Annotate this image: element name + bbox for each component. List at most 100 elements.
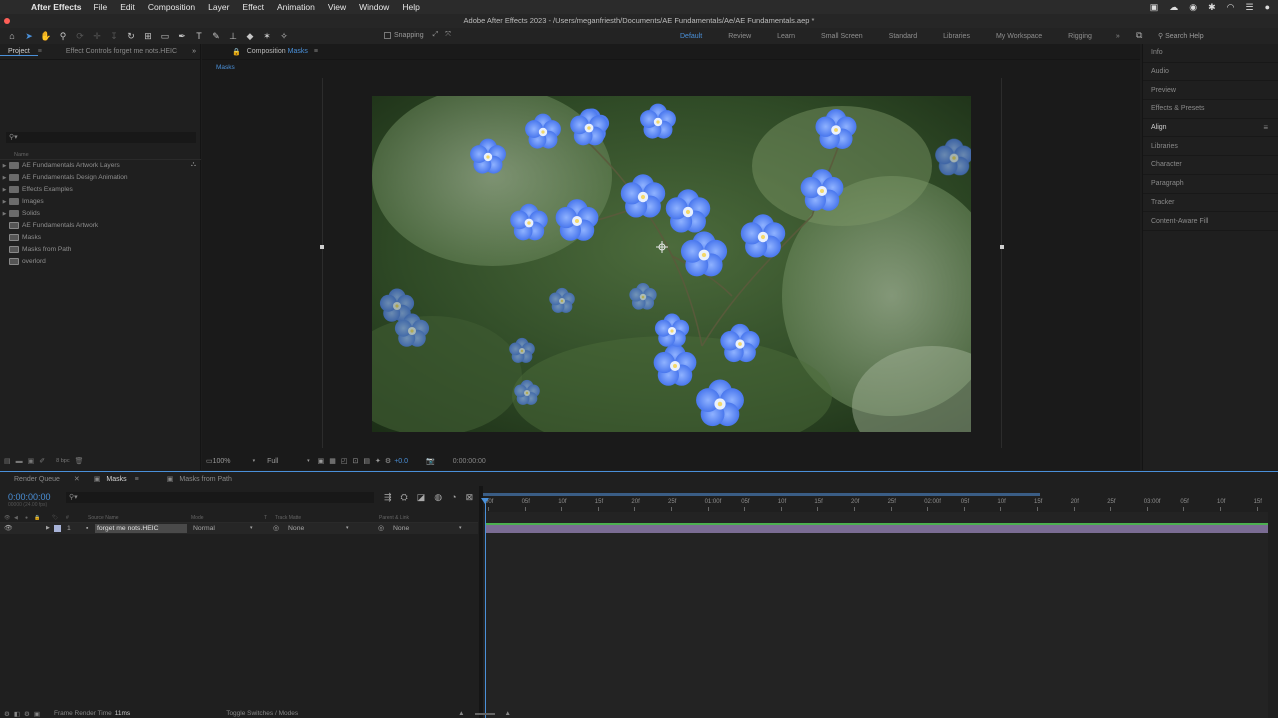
project-column-header[interactable]: Name <box>0 150 201 160</box>
panel-character[interactable]: Character <box>1143 156 1278 175</box>
clone-stamp-tool-icon[interactable]: ⊥ <box>227 31 239 42</box>
zoom-out-icon[interactable]: ▲ <box>458 710 464 717</box>
tab-effect-controls[interactable]: Effect Controls forget me nots.HEIC <box>58 48 185 55</box>
panel-audio[interactable]: Audio <box>1143 63 1278 82</box>
layer-switches-icon[interactable]: ◧ <box>14 710 20 718</box>
zoom-slider[interactable] <box>474 712 495 715</box>
search-help-field[interactable]: ⚲ Search Help <box>1158 31 1276 42</box>
creative-cloud-icon[interactable]: ☁ <box>1169 2 1178 13</box>
exposure-value[interactable]: +0.0 <box>394 458 408 465</box>
menu-window[interactable]: Window <box>359 2 389 12</box>
motion-blur-icon[interactable]: ◔ <box>451 492 456 503</box>
menu-view[interactable]: View <box>328 2 346 12</box>
project-item[interactable]: AE Fundamentals Artwork <box>0 219 201 231</box>
frame-blending-icon[interactable]: ◍ <box>434 492 442 503</box>
render-time-icon[interactable]: ⚙ <box>4 710 10 718</box>
graph-editor-icon[interactable]: ⊠ <box>466 492 474 503</box>
zoom-dropdown[interactable]: 100% <box>213 458 253 465</box>
snap-options-icon[interactable]: ⤢ <box>433 31 439 39</box>
lock-icon[interactable]: 🔒 <box>232 48 241 56</box>
home-icon[interactable]: ⌂ <box>6 31 18 42</box>
rectangle-tool-icon[interactable]: ▭ <box>159 31 171 42</box>
project-item[interactable]: Masks from Path <box>0 243 201 255</box>
mode-header[interactable]: Mode <box>191 515 204 521</box>
composition-sub-tab[interactable]: Masks <box>216 64 235 71</box>
mode-dropdown[interactable]: Normal <box>193 524 257 533</box>
transfer-controls-icon[interactable]: ⚙ <box>24 710 30 718</box>
left-handle[interactable] <box>320 245 324 249</box>
pan-tool-icon[interactable]: ✛ <box>91 31 103 42</box>
orbit-tool-icon[interactable]: ⟳ <box>74 31 86 42</box>
zoom-in-icon[interactable]: ▲ <box>505 710 511 717</box>
visibility-header-icon[interactable]: 👁 <box>4 515 10 521</box>
menu-file[interactable]: File <box>94 2 108 12</box>
workspace-small-screen[interactable]: Small Screen <box>821 33 863 40</box>
bluetooth-icon[interactable]: ✱ <box>1208 2 1216 13</box>
menu-icon[interactable]: ≡ <box>314 48 318 55</box>
tab-render-queue[interactable]: Render Queue <box>0 476 74 483</box>
panel-tracker[interactable]: Tracker <box>1143 194 1278 213</box>
type-tool-icon[interactable]: T <box>193 31 205 42</box>
project-search-input[interactable]: ⚲▾ <box>6 132 196 143</box>
menu-composition[interactable]: Composition <box>148 2 195 12</box>
bpc-button[interactable]: 8 bpc <box>56 458 69 464</box>
snapping-checkbox[interactable] <box>384 31 391 39</box>
tab-masks-from-path[interactable]: ▣ Masks from Path <box>153 475 246 483</box>
composition-tab-name[interactable]: Masks <box>288 48 308 55</box>
tab-project[interactable]: Project <box>0 48 38 56</box>
siri-icon[interactable]: ● <box>1265 2 1270 12</box>
workspace-my-workspace[interactable]: My Workspace <box>996 33 1042 40</box>
project-item[interactable]: ▶ Effects Examples <box>0 184 201 196</box>
close-window-button[interactable] <box>4 18 10 24</box>
rotation-tool-icon[interactable]: ↻ <box>125 31 137 42</box>
snap-extra-icon[interactable]: ⤧ <box>445 31 451 39</box>
record-icon[interactable]: ◉ <box>1189 2 1197 13</box>
hand-tool-icon[interactable]: ✋ <box>40 31 52 42</box>
expand-icon[interactable]: ▶ <box>0 175 9 181</box>
project-item[interactable]: ▶ Solids <box>0 208 201 220</box>
brush-tool-icon[interactable]: ✎ <box>210 31 222 42</box>
workspace-default[interactable]: Default <box>680 33 702 40</box>
eraser-tool-icon[interactable]: ◆ <box>244 31 256 42</box>
label-header-icon[interactable]: 🏷 <box>52 515 58 521</box>
matte-pickwhip-icon[interactable]: ◎ <box>273 524 279 533</box>
composition-tab-prefix[interactable]: Composition <box>247 48 286 55</box>
zoom-tool-icon[interactable]: ⚲ <box>57 31 69 42</box>
parent-pickwhip-icon[interactable]: ◎ <box>378 524 384 533</box>
parent-dropdown[interactable]: None <box>393 524 455 533</box>
workspace-libraries[interactable]: Libraries <box>943 33 970 40</box>
panel-effects-presets[interactable]: Effects & Presets <box>1143 100 1278 119</box>
solo-header-icon[interactable]: ● <box>25 515 28 521</box>
project-item[interactable]: ▶ AE Fundamentals Artwork Layers <box>0 160 201 172</box>
layer-name[interactable]: forget me nots.HEIC <box>95 524 187 533</box>
roto-brush-tool-icon[interactable]: ✶ <box>261 31 273 42</box>
mask-visibility-icon[interactable]: ◰ <box>341 457 348 465</box>
resolution-dropdown[interactable]: Full <box>267 458 307 465</box>
workspace-review[interactable]: Review <box>728 33 751 40</box>
draft-3d-icon[interactable]: ⛭ <box>401 492 408 503</box>
menu-help[interactable]: Help <box>402 2 419 12</box>
lock-header-icon[interactable]: 🔒 <box>34 515 40 521</box>
trash-icon[interactable]: 🗑 <box>75 457 84 465</box>
dolly-tool-icon[interactable]: ↧ <box>108 31 120 42</box>
region-of-interest-icon[interactable]: ▣ <box>318 457 325 465</box>
wifi-icon[interactable]: ◠ <box>1227 2 1235 13</box>
menu-layer[interactable]: Layer <box>208 2 229 12</box>
pen-tool-icon[interactable]: ✒ <box>176 31 188 42</box>
app-menu[interactable]: After Effects <box>31 2 82 12</box>
snapshot-icon[interactable]: 📷 <box>426 457 435 465</box>
menu-edit[interactable]: Edit <box>120 2 135 12</box>
menu-animation[interactable]: Animation <box>277 2 315 12</box>
forget-me-not-photo[interactable] <box>372 96 971 432</box>
panel-preview[interactable]: Preview <box>1143 81 1278 101</box>
shy-layers-icon[interactable]: ◪ <box>417 492 426 503</box>
panel-content-aware-fill[interactable]: Content-Aware Fill <box>1143 212 1278 231</box>
new-folder-icon[interactable]: ▬ <box>16 458 23 465</box>
composition-flowchart-icon[interactable]: ⇶ <box>384 492 392 503</box>
channel-icon[interactable]: ▤ <box>363 457 370 465</box>
hash-header-icon[interactable]: # <box>66 515 69 521</box>
parent-link-header[interactable]: Parent & Link <box>379 515 409 521</box>
time-ruler[interactable]: 00f 05f 10f 15f 20f 25f 01:00f 05f 10f 15f 20f 25f 0… <box>483 494 1268 512</box>
expand-icon[interactable]: ▶ <box>0 163 9 169</box>
workspace-learn[interactable]: Learn <box>777 33 795 40</box>
